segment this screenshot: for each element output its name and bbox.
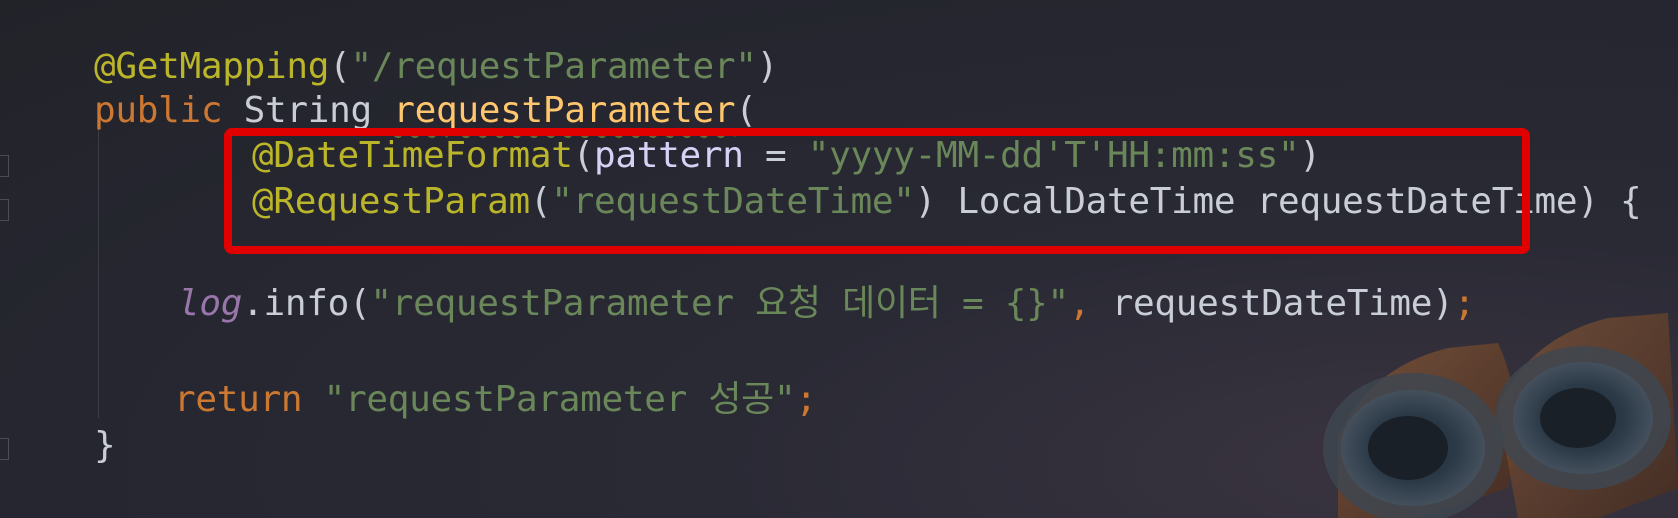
method-info: .info( (242, 283, 371, 324)
semicolon: ; (795, 379, 817, 420)
fold-marker-icon[interactable] (0, 199, 9, 221)
indent-guide (98, 128, 99, 418)
highlight-box (224, 128, 1530, 254)
annotation-getmapping: @GetMapping (94, 46, 330, 87)
method-open-brace: ) { (1577, 181, 1642, 222)
method-name: requestParameter (393, 90, 736, 131)
code-line-5[interactable]: log.info("requestParameter 요청 데이터 = {}",… (178, 282, 1475, 326)
fold-marker-icon[interactable] (0, 155, 9, 177)
string-return-value: "requestParameter 성공" (323, 379, 796, 420)
string-log-message: "requestParameter 요청 데이터 = {}" (370, 283, 1069, 324)
semicolon: ; (1453, 283, 1476, 324)
code-line-2[interactable]: public String requestParameter( (94, 89, 757, 133)
code-line-7[interactable]: } (94, 424, 116, 468)
keyword-return: return (174, 379, 303, 420)
paren: ( (329, 46, 351, 87)
fold-marker-icon[interactable] (0, 438, 9, 460)
code-line-6[interactable]: return "requestParameter 성공"; (174, 378, 817, 422)
paren: ) (756, 46, 779, 87)
string-path: "/requestParameter" (350, 46, 757, 87)
field-log: log (178, 283, 243, 324)
log-argument: requestDateTime) (1090, 283, 1454, 324)
type-string: String (243, 90, 373, 131)
comma: , (1068, 283, 1091, 324)
closing-brace: } (94, 425, 116, 466)
code-line-1[interactable]: @GetMapping("/requestParameter") (94, 45, 778, 89)
paren: ( (735, 90, 757, 131)
keyword-public: public (94, 90, 223, 131)
code-editor[interactable]: @GetMapping("/requestParameter") public … (0, 0, 1678, 518)
